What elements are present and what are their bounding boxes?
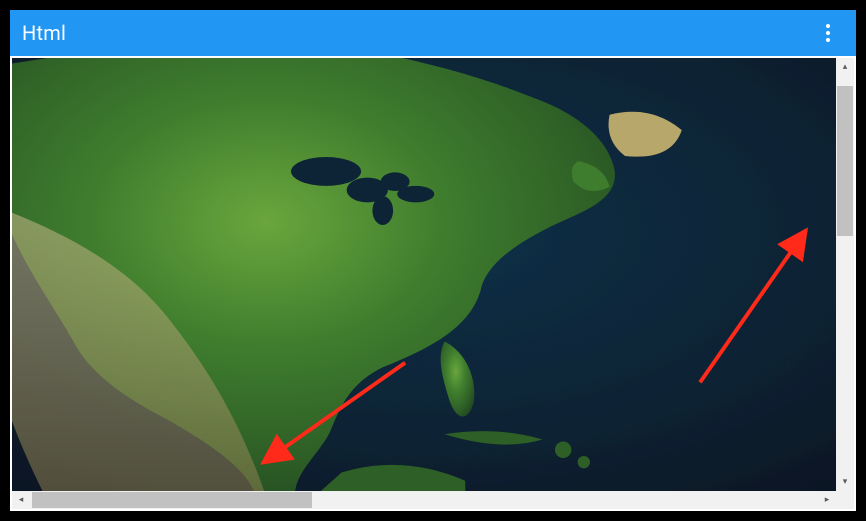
vertical-scrollbar[interactable]: ▴ ▾ — [836, 58, 854, 491]
scrollbar-corner — [836, 491, 854, 509]
scroll-right-icon[interactable]: ▸ — [818, 491, 836, 509]
horizontal-scroll-track[interactable] — [30, 491, 818, 509]
scroll-left-icon[interactable]: ◂ — [12, 491, 30, 509]
scroll-down-icon[interactable]: ▾ — [836, 473, 854, 491]
horizontal-scrollbar[interactable]: ◂ ▸ — [12, 491, 836, 509]
vertical-scroll-track[interactable] — [836, 76, 854, 473]
horizontal-scroll-thumb[interactable] — [32, 492, 312, 508]
panel-window: Html — [10, 10, 856, 511]
map-image — [12, 58, 836, 491]
window-title: Html — [22, 21, 66, 45]
html-content-viewport[interactable] — [12, 58, 836, 491]
scroll-up-icon[interactable]: ▴ — [836, 58, 854, 76]
title-bar: Html — [10, 10, 856, 56]
vertical-scroll-thumb[interactable] — [837, 86, 853, 236]
more-vert-icon[interactable] — [812, 17, 844, 49]
content-area: ▴ ▾ ◂ ▸ — [10, 56, 856, 511]
